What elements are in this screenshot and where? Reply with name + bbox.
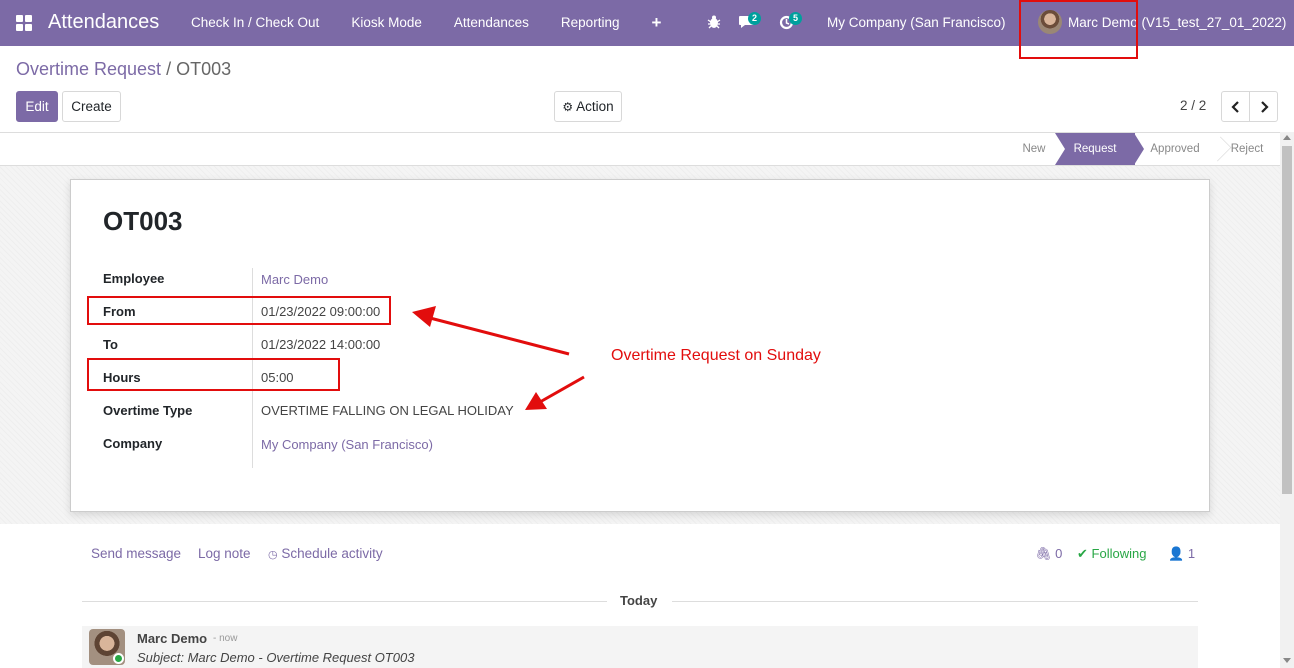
attachments-count: 0 bbox=[1055, 546, 1063, 561]
date-separator: Today bbox=[620, 593, 658, 608]
clock-icon: ◷ bbox=[268, 549, 278, 561]
date-divider-right bbox=[672, 601, 1198, 602]
scrollbar[interactable] bbox=[1280, 132, 1294, 668]
date-divider-left bbox=[82, 601, 607, 602]
check-icon: ✔ bbox=[1077, 546, 1088, 561]
user-icon: 👤 bbox=[1168, 546, 1185, 561]
message-time: - now bbox=[213, 633, 238, 644]
send-message-button[interactable]: Send message bbox=[91, 546, 181, 561]
followers-button[interactable]: 👤 1 bbox=[1168, 546, 1195, 562]
schedule-activity-button[interactable]: ◷ Schedule activity bbox=[268, 546, 383, 561]
scroll-thumb[interactable] bbox=[1282, 146, 1292, 494]
message-subject: Subject: Marc Demo - Overtime Request OT… bbox=[137, 650, 415, 665]
online-status-icon bbox=[113, 653, 124, 664]
annotation-label: Overtime Request on Sunday bbox=[611, 347, 821, 364]
followers-count: 1 bbox=[1187, 546, 1196, 561]
log-note-button[interactable]: Log note bbox=[198, 546, 251, 561]
following-button[interactable]: ✔ Following bbox=[1077, 546, 1146, 562]
chatter-message: Marc Demo - now Subject: Marc Demo - Ove… bbox=[82, 626, 1198, 668]
scroll-down-arrow[interactable] bbox=[1283, 658, 1291, 663]
paperclip-icon: 🖇 bbox=[1035, 546, 1052, 561]
annotation-arrows bbox=[412, 306, 585, 410]
attachments-button[interactable]: 🖇 0 bbox=[1035, 546, 1062, 562]
following-label: Following bbox=[1091, 546, 1147, 561]
schedule-activity-label: Schedule activity bbox=[281, 546, 383, 561]
message-author[interactable]: Marc Demo bbox=[137, 631, 207, 646]
scroll-up-arrow[interactable] bbox=[1283, 135, 1291, 140]
